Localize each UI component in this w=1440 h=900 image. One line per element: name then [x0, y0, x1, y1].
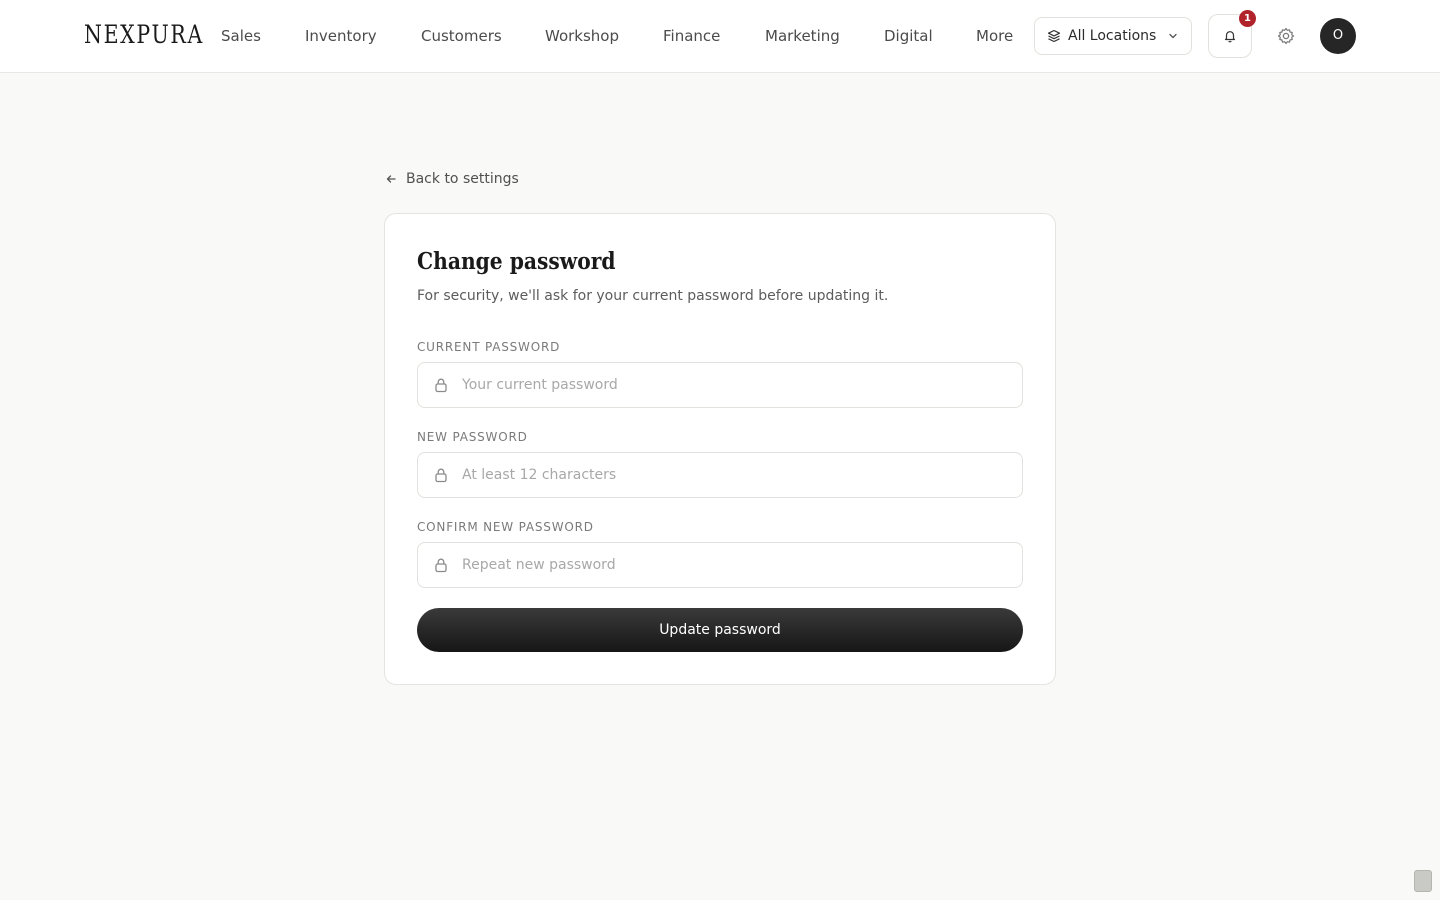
settings-button[interactable] [1276, 26, 1296, 46]
arrow-left-icon [386, 175, 396, 183]
confirm-password-field[interactable] [417, 542, 1023, 588]
location-selector[interactable]: All Locations [1034, 17, 1192, 55]
new-password-input[interactable] [462, 453, 1012, 497]
nav-item-more[interactable]: More [976, 24, 1013, 48]
brand-logo[interactable]: NEXPURA [84, 18, 204, 52]
update-password-button[interactable]: Update password [417, 608, 1023, 652]
current-password-label: CURRENT PASSWORD [417, 340, 561, 354]
nav-item-digital[interactable]: Digital [884, 24, 933, 48]
current-password-field[interactable] [417, 362, 1023, 408]
change-password-card: Change password For security, we'll ask … [384, 213, 1056, 685]
back-link-label: Back to settings [406, 171, 519, 187]
notification-count-badge: 1 [1239, 10, 1256, 27]
confirm-password-input[interactable] [462, 543, 1012, 587]
resize-handle[interactable] [1414, 870, 1432, 892]
nav-item-finance[interactable]: Finance [663, 24, 720, 48]
location-selector-label: All Locations [1068, 28, 1157, 44]
nav-item-sales[interactable]: Sales [221, 24, 261, 48]
lock-icon [435, 468, 447, 483]
lock-icon [435, 558, 447, 573]
gear-icon [1277, 27, 1295, 45]
chevron-down-icon [1169, 33, 1177, 39]
new-password-label: NEW PASSWORD [417, 430, 528, 444]
nav-item-workshop[interactable]: Workshop [545, 24, 619, 48]
bell-icon [1224, 31, 1236, 43]
nav-item-marketing[interactable]: Marketing [765, 24, 840, 48]
nav-item-customers[interactable]: Customers [421, 24, 502, 48]
confirm-password-label: CONFIRM NEW PASSWORD [417, 520, 594, 534]
top-navigation-bar: NEXPURA Sales Inventory Customers Worksh… [0, 0, 1440, 73]
new-password-field[interactable] [417, 452, 1023, 498]
nav-item-inventory[interactable]: Inventory [305, 24, 377, 48]
current-password-input[interactable] [462, 363, 1012, 407]
user-avatar[interactable]: O [1320, 18, 1356, 54]
page-title: Change password [417, 248, 616, 275]
lock-icon [435, 378, 447, 393]
page-subtitle: For security, we'll ask for your current… [417, 288, 889, 304]
back-to-settings-link[interactable]: Back to settings [385, 169, 519, 189]
layers-icon [1047, 29, 1061, 43]
